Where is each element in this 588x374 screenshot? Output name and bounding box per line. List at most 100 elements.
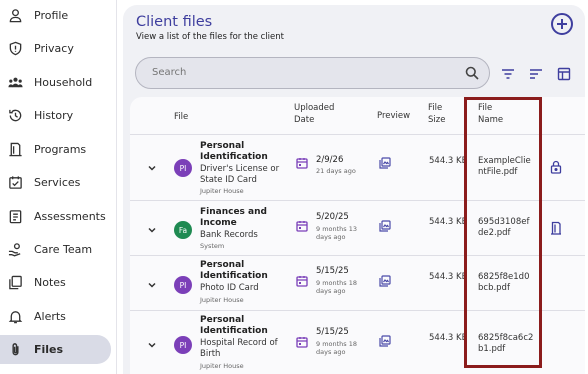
sidebar-item-alerts[interactable]: Alerts xyxy=(0,302,111,331)
sidebar-item-label: History xyxy=(34,109,74,122)
avatar: Fa xyxy=(174,221,192,239)
add-file-button[interactable] xyxy=(551,13,573,35)
page-subtitle: View a list of the files for the client xyxy=(136,32,284,42)
header-label: Date xyxy=(294,114,315,125)
file-source: Jupiter House xyxy=(200,296,244,304)
file-name[interactable]: 695d3108efde2.pdf xyxy=(478,217,534,239)
table-view-icon[interactable] xyxy=(557,67,571,81)
file-description: Photo ID Card xyxy=(200,283,259,293)
files-table: File Uploaded Date Preview File Size Fil… xyxy=(130,97,585,374)
uploaded-ago: 9 months 13 days ago xyxy=(316,225,358,241)
avatar-initials: Fa xyxy=(178,225,188,235)
chevron-down-icon[interactable] xyxy=(147,280,157,290)
sidebar-item-services[interactable]: Services xyxy=(0,168,111,197)
header-label: File xyxy=(478,103,493,113)
avatar: PI xyxy=(174,336,192,354)
client-files-panel: Client files View a list of the files fo… xyxy=(123,5,585,374)
assessments-icon xyxy=(8,209,23,224)
file-size: 544.3 KB xyxy=(429,156,468,166)
file-name[interactable]: 6825f8e1d0bcb.pdf xyxy=(478,272,534,294)
file-description: Bank Records xyxy=(200,230,258,240)
sidebar-item-care-team[interactable]: Care Team xyxy=(0,235,111,264)
preview-icon[interactable] xyxy=(379,157,391,169)
shield-icon xyxy=(8,41,23,56)
sort-icon[interactable] xyxy=(529,67,543,81)
chevron-down-icon[interactable] xyxy=(147,225,157,235)
table-row[interactable]: PI Personal Identification Driver's Lice… xyxy=(130,134,585,200)
uploaded-date: 5/15/25 xyxy=(316,266,349,276)
file-size: 544.3 KB xyxy=(429,272,468,282)
header-preview[interactable]: Preview xyxy=(377,111,410,123)
sidebar-item-programs[interactable]: Programs xyxy=(0,135,111,164)
bell-icon xyxy=(8,309,23,324)
avatar-initials: PI xyxy=(179,163,187,173)
uploaded-ago: 21 days ago xyxy=(316,167,356,175)
plus-icon xyxy=(557,19,567,29)
lock-icon[interactable] xyxy=(550,160,562,174)
file-category: Finances and Income xyxy=(200,207,267,228)
table-row[interactable]: Fa Finances and Income Bank Records Syst… xyxy=(130,200,585,255)
services-icon xyxy=(8,175,23,190)
sidebar-item-label: Care Team xyxy=(34,243,93,256)
uploaded-ago: 9 months 18 days ago xyxy=(316,279,358,295)
file-source: Jupiter House xyxy=(200,362,244,370)
sidebar: Profile Privacy Household History Progra… xyxy=(0,0,117,374)
sidebar-item-profile[interactable]: Profile xyxy=(0,1,111,30)
sidebar-item-label: Assessments xyxy=(34,210,106,223)
calendar-icon xyxy=(296,221,308,232)
file-source: Jupiter House xyxy=(200,187,244,195)
file-source: System xyxy=(200,242,225,250)
avatar-initials: PI xyxy=(179,280,187,290)
search-icon[interactable] xyxy=(465,66,479,80)
header-file-size[interactable]: File Size xyxy=(428,103,445,126)
sidebar-item-files[interactable]: Files xyxy=(0,335,111,364)
file-description: Driver's License or State ID Card xyxy=(200,164,280,185)
sidebar-item-household[interactable]: Household xyxy=(0,68,111,97)
sidebar-item-label: Services xyxy=(34,176,81,189)
preview-icon[interactable] xyxy=(379,335,391,347)
uploaded-date: 2/9/26 xyxy=(316,155,344,165)
header-label: Size xyxy=(428,114,446,125)
person-icon xyxy=(8,8,23,23)
sidebar-item-label: Programs xyxy=(34,143,87,156)
filter-icon[interactable] xyxy=(501,67,515,81)
chevron-down-icon[interactable] xyxy=(147,163,157,173)
history-icon xyxy=(8,108,23,123)
file-description: Hospital Record of Birth xyxy=(200,338,278,359)
file-category: Personal Identification xyxy=(200,315,268,336)
notes-icon xyxy=(8,275,23,290)
file-name[interactable]: 6825f8ca6c2b1.pdf xyxy=(478,333,534,355)
calendar-icon xyxy=(296,276,308,287)
household-icon xyxy=(8,75,23,90)
header-uploaded-date[interactable]: Uploaded Date xyxy=(294,103,334,126)
sidebar-item-notes[interactable]: Notes xyxy=(0,268,111,297)
table-row[interactable]: PI Personal Identification Photo ID Card… xyxy=(130,255,585,310)
sidebar-item-label: Privacy xyxy=(34,42,74,55)
table-row[interactable]: PI Personal Identification Hospital Reco… xyxy=(130,310,585,374)
sidebar-item-assessments[interactable]: Assessments xyxy=(0,202,111,231)
file-name[interactable]: ExampleClientFile.pdf xyxy=(478,156,534,178)
preview-icon[interactable] xyxy=(379,275,391,287)
header-file[interactable]: File xyxy=(174,112,188,124)
sidebar-item-label: Alerts xyxy=(34,310,66,323)
avatar-initials: PI xyxy=(179,340,187,350)
app: Profile Privacy Household History Progra… xyxy=(0,0,588,374)
avatar: PI xyxy=(174,276,192,294)
sidebar-item-label: Notes xyxy=(34,276,66,289)
avatar: PI xyxy=(174,159,192,177)
header-label: File xyxy=(428,103,443,113)
search-bar[interactable] xyxy=(135,57,490,89)
chevron-down-icon[interactable] xyxy=(147,340,157,350)
sidebar-item-privacy[interactable]: Privacy xyxy=(0,34,111,63)
sidebar-item-label: Files xyxy=(34,343,64,356)
uploaded-ago: 9 months 18 days ago xyxy=(316,340,358,356)
file-size: 544.3 KB xyxy=(429,217,468,227)
calendar-icon xyxy=(296,337,308,348)
header-file-name[interactable]: File Name xyxy=(478,103,503,126)
calendar-icon xyxy=(296,158,308,169)
search-input[interactable] xyxy=(152,67,452,78)
door-icon[interactable] xyxy=(550,221,562,235)
sidebar-item-history[interactable]: History xyxy=(0,101,111,130)
header-label: Name xyxy=(478,114,504,125)
preview-icon[interactable] xyxy=(379,220,391,232)
